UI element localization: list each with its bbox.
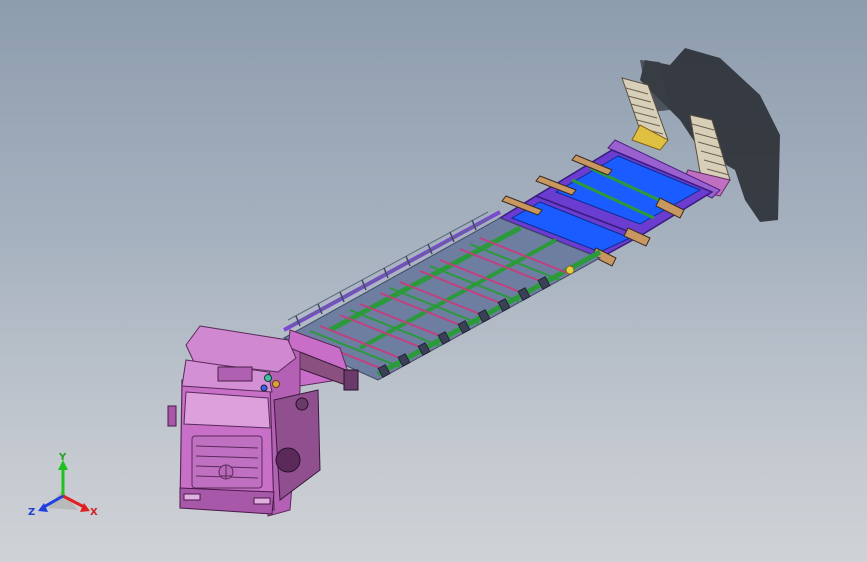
truck-cab[interactable] xyxy=(167,325,321,517)
truck-trailer-model[interactable]: Y X Z xyxy=(0,0,867,562)
x-axis-label: X xyxy=(90,507,98,518)
z-axis-label: Z xyxy=(28,507,35,518)
y-axis-label: Y xyxy=(58,452,67,463)
cad-viewport[interactable]: Y X Z xyxy=(0,0,867,562)
coordinate-triad: Y X Z xyxy=(28,452,98,518)
